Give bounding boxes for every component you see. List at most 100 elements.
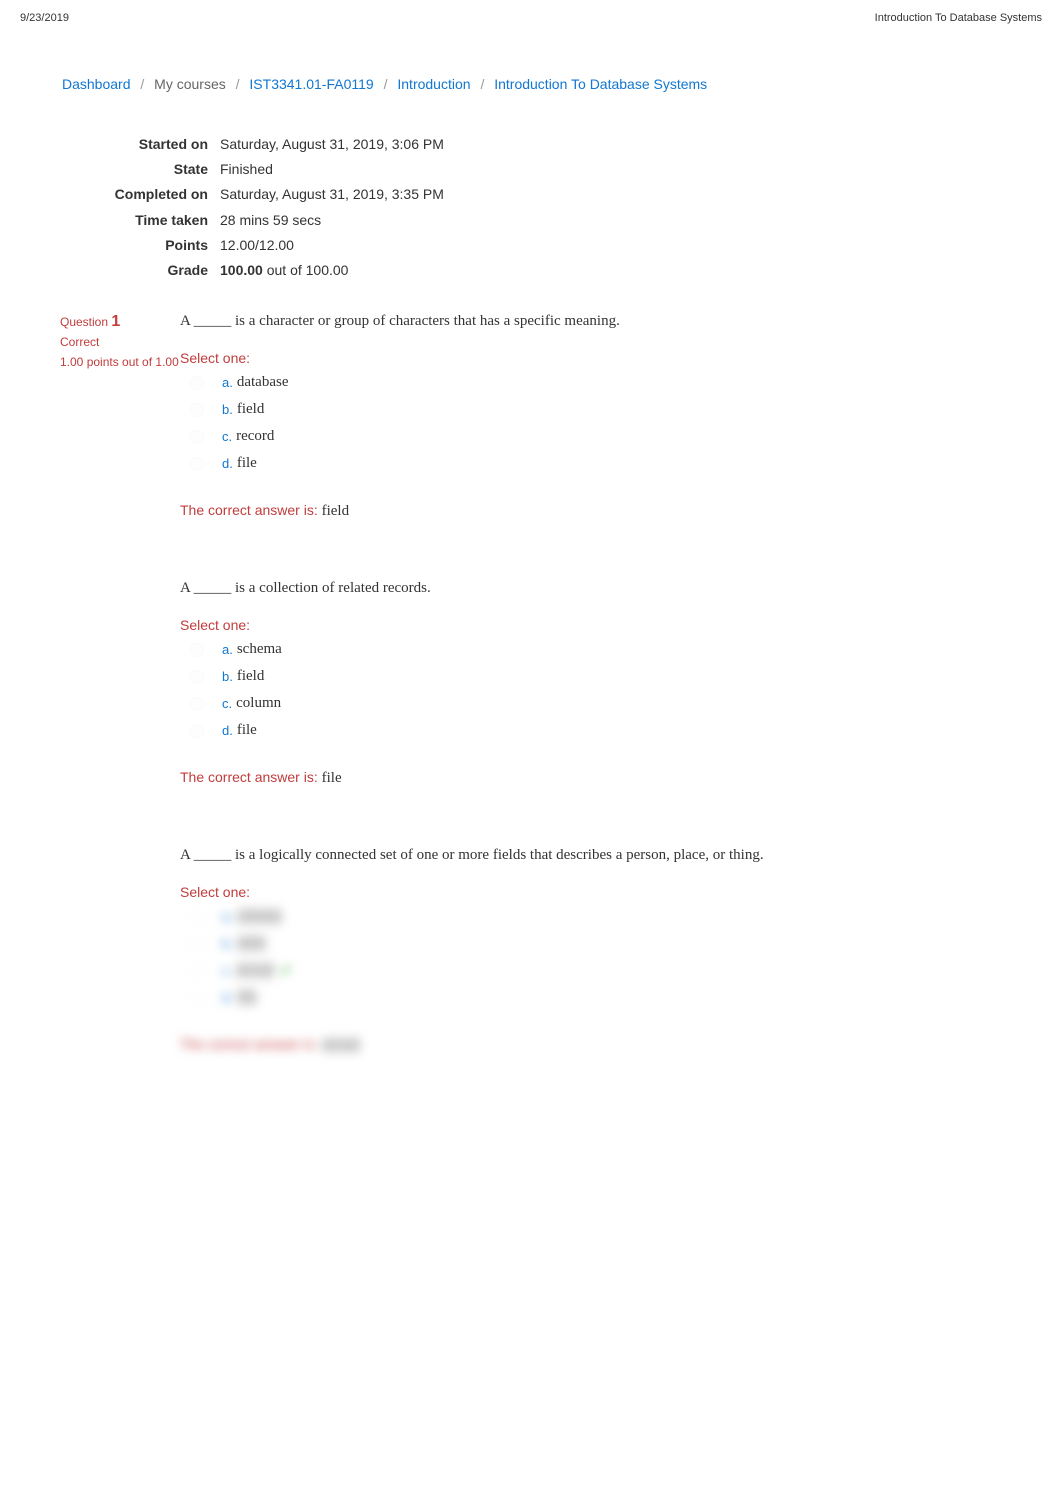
option-row[interactable]: a.schema xyxy=(180,641,1002,658)
check-icon: ✔ xyxy=(280,962,292,979)
option-letter: b. xyxy=(222,669,233,684)
option-row[interactable]: b. field xyxy=(180,401,1002,418)
option-row[interactable]: b. field xyxy=(180,668,1002,685)
correct-answer: The correct answer is: field xyxy=(180,502,1002,520)
radio-icon[interactable] xyxy=(190,991,204,1005)
question-block: Question 1Correct1.00 points out of 1.00… xyxy=(50,313,1012,520)
grade-rest: out of 100.00 xyxy=(263,262,349,278)
question-content: A _____ is a character or group of chara… xyxy=(180,313,1002,520)
breadcrumb-separator: / xyxy=(480,76,484,92)
option-row[interactable]: d. file xyxy=(180,989,1002,1006)
breadcrumb-separator: / xyxy=(384,76,388,92)
option-text: file xyxy=(237,455,257,472)
breadcrumb: Dashboard / My courses / IST3341.01-FA01… xyxy=(50,66,1012,102)
radio-icon[interactable] xyxy=(190,964,204,978)
select-one-label: Select one: xyxy=(180,617,1002,633)
breadcrumb-dashboard[interactable]: Dashboard xyxy=(62,76,131,92)
question-text: A _____ is a character or group of chara… xyxy=(180,313,1002,330)
question-points: 1.00 points out of 1.00 xyxy=(60,355,180,371)
option-text: record xyxy=(236,962,274,979)
correct-answer: The correct answer is: record xyxy=(180,1036,1002,1054)
question-text: A _____ is a collection of related recor… xyxy=(180,580,1002,597)
summary-value: 100.00 out of 100.00 xyxy=(220,258,348,283)
question-block: A _____ is a logically connected set of … xyxy=(50,847,1012,1054)
option-row[interactable]: a.schema xyxy=(180,908,1002,925)
option-row[interactable]: c.record xyxy=(180,428,1002,445)
option-letter: c. xyxy=(222,429,232,444)
summary-points: Points 12.00/12.00 xyxy=(80,233,1012,258)
radio-icon[interactable] xyxy=(190,937,204,951)
breadcrumb-page[interactable]: Introduction To Database Systems xyxy=(494,76,707,92)
radio-icon[interactable] xyxy=(190,430,204,444)
select-one-label: Select one: xyxy=(180,350,1002,366)
quiz-summary: Started on Saturday, August 31, 2019, 3:… xyxy=(80,132,1012,283)
option-text: schema xyxy=(237,908,282,925)
summary-label: Started on xyxy=(80,132,220,157)
correct-answer: The correct answer is: file xyxy=(180,769,1002,787)
option-letter: d. xyxy=(222,990,233,1005)
summary-label: Grade xyxy=(80,258,220,283)
option-text: schema xyxy=(237,641,282,658)
option-letter: b. xyxy=(222,936,233,951)
option-text: file xyxy=(237,722,257,739)
radio-icon[interactable] xyxy=(190,724,204,738)
option-letter: d. xyxy=(222,456,233,471)
correct-answer-label: The correct answer is: xyxy=(180,502,322,518)
radio-icon[interactable] xyxy=(190,670,204,684)
correct-answer-value: record xyxy=(322,1037,360,1053)
summary-value: Saturday, August 31, 2019, 3:06 PM xyxy=(220,132,444,157)
breadcrumb-course[interactable]: IST3341.01-FA0119 xyxy=(249,76,373,92)
summary-value: Saturday, August 31, 2019, 3:35 PM xyxy=(220,182,444,207)
page-header: 9/23/2019 Introduction To Database Syste… xyxy=(0,0,1062,36)
option-letter: c. xyxy=(222,696,232,711)
option-letter: a. xyxy=(222,375,233,390)
breadcrumb-separator: / xyxy=(236,76,240,92)
radio-icon[interactable] xyxy=(190,403,204,417)
question-content: A _____ is a logically connected set of … xyxy=(180,847,1002,1054)
radio-icon[interactable] xyxy=(190,643,204,657)
option-row[interactable]: c. record ✔ xyxy=(180,962,1002,979)
correct-answer-value: field xyxy=(322,503,350,519)
breadcrumb-separator: / xyxy=(140,76,144,92)
correct-answer-label: The correct answer is: xyxy=(180,1036,322,1052)
summary-label: Completed on xyxy=(80,182,220,207)
summary-value: 28 mins 59 secs xyxy=(220,208,321,233)
question-meta xyxy=(60,580,180,787)
option-row[interactable]: a. database xyxy=(180,374,1002,391)
summary-grade: Grade 100.00 out of 100.00 xyxy=(80,258,1012,283)
summary-label: Time taken xyxy=(80,208,220,233)
header-date: 9/23/2019 xyxy=(20,12,69,24)
question-content: A _____ is a collection of related recor… xyxy=(180,580,1002,787)
question-block: A _____ is a collection of related recor… xyxy=(50,580,1012,787)
summary-label: Points xyxy=(80,233,220,258)
select-one-label: Select one: xyxy=(180,884,1002,900)
option-letter: b. xyxy=(222,402,233,417)
radio-icon[interactable] xyxy=(190,457,204,471)
breadcrumb-section[interactable]: Introduction xyxy=(397,76,470,92)
main-container: Dashboard / My courses / IST3341.01-FA01… xyxy=(0,36,1062,1144)
summary-time-taken: Time taken 28 mins 59 secs xyxy=(80,208,1012,233)
option-row[interactable]: b. table xyxy=(180,935,1002,952)
radio-icon[interactable] xyxy=(190,910,204,924)
question-text: A _____ is a logically connected set of … xyxy=(180,847,1002,864)
correct-answer-value: file xyxy=(322,770,342,786)
option-text: column xyxy=(236,695,281,712)
grade-bold: 100.00 xyxy=(220,262,263,278)
radio-icon[interactable] xyxy=(190,376,204,390)
summary-value: 12.00/12.00 xyxy=(220,233,294,258)
radio-icon[interactable] xyxy=(190,697,204,711)
summary-state: State Finished xyxy=(80,157,1012,182)
option-row[interactable]: d. file xyxy=(180,722,1002,739)
option-letter: d. xyxy=(222,723,233,738)
option-text: field xyxy=(237,401,265,418)
option-text: table xyxy=(237,935,266,952)
option-text: database xyxy=(237,374,289,391)
option-letter: c. xyxy=(222,963,232,978)
question-meta: Question 1Correct1.00 points out of 1.00 xyxy=(60,313,180,520)
option-row[interactable]: d. file xyxy=(180,455,1002,472)
option-text: field xyxy=(237,668,265,685)
summary-value: Finished xyxy=(220,157,273,182)
option-text: file xyxy=(237,989,257,1006)
option-row[interactable]: c. column xyxy=(180,695,1002,712)
question-status: Correct xyxy=(60,335,180,349)
